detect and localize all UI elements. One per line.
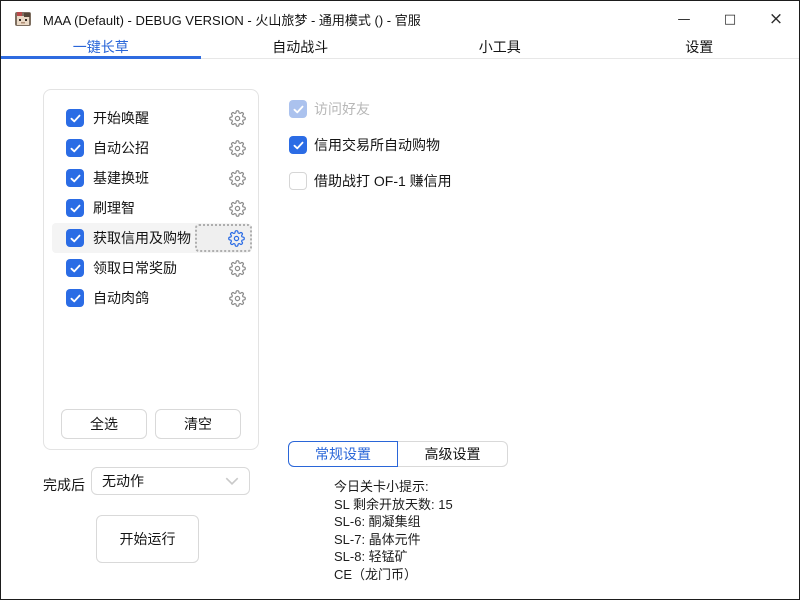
task-row-roguelike[interactable]: 自动肉鸽 bbox=[52, 283, 250, 313]
task-settings-button[interactable] bbox=[224, 285, 250, 311]
app-window: MAA (Default) - DEBUG VERSION - 火山旅梦 - 通… bbox=[0, 0, 800, 600]
check-icon bbox=[293, 105, 304, 114]
task-card-buttons: 全选 清空 bbox=[44, 409, 258, 439]
gear-icon bbox=[229, 140, 246, 157]
gear-icon bbox=[228, 230, 245, 247]
close-icon[interactable]: × bbox=[753, 1, 799, 37]
task-label[interactable]: 领取日常奖励 bbox=[93, 258, 177, 278]
app-icon bbox=[14, 10, 32, 28]
task-list-card: 开始唤醒 自动公招 基建换班 bbox=[43, 89, 259, 450]
gear-icon bbox=[229, 200, 246, 217]
task-settings-button-focused[interactable] bbox=[195, 224, 252, 252]
check-icon bbox=[293, 141, 304, 150]
task-checkbox[interactable] bbox=[66, 289, 84, 307]
option-label[interactable]: 信用交易所自动购物 bbox=[314, 135, 440, 155]
task-row-credit-shopping[interactable]: 获取信用及购物 bbox=[52, 223, 250, 253]
task-label[interactable]: 基建换班 bbox=[93, 168, 149, 188]
task-label[interactable]: 获取信用及购物 bbox=[93, 228, 191, 248]
task-checkbox[interactable] bbox=[66, 259, 84, 277]
title-bar: MAA (Default) - DEBUG VERSION - 火山旅梦 - 通… bbox=[1, 1, 799, 37]
start-button[interactable]: 开始运行 bbox=[96, 515, 199, 563]
check-icon bbox=[70, 204, 81, 213]
option-label: 访问好友 bbox=[314, 99, 370, 119]
tip-line: SL-7: 晶体元件 bbox=[334, 531, 453, 549]
task-label[interactable]: 自动公招 bbox=[93, 138, 149, 158]
window-controls: — □ × bbox=[661, 1, 799, 37]
option-row-visit-friends: 访问好友 bbox=[289, 99, 370, 119]
tab-onekey-farming[interactable]: 一键长草 bbox=[1, 37, 201, 58]
task-label[interactable]: 刷理智 bbox=[93, 198, 135, 218]
after-completion-value: 无动作 bbox=[102, 471, 144, 491]
tip-line: 今日关卡小提示: bbox=[334, 478, 453, 496]
nav-tab-bar: 一键长草 自动战斗 小工具 设置 bbox=[1, 37, 799, 59]
option-row-of1-credit[interactable]: 借助战打 OF-1 赚信用 bbox=[289, 171, 452, 191]
tab-utilities[interactable]: 小工具 bbox=[400, 37, 600, 58]
maximize-icon[interactable]: □ bbox=[707, 1, 753, 37]
tip-line: SL-8: 轻锰矿 bbox=[334, 548, 453, 566]
after-completion-select[interactable]: 无动作 bbox=[91, 467, 250, 495]
gear-icon bbox=[229, 290, 246, 307]
gear-icon bbox=[229, 170, 246, 187]
task-row-base[interactable]: 基建换班 bbox=[52, 163, 250, 193]
option-row-credit-auto-shopping[interactable]: 信用交易所自动购物 bbox=[289, 135, 440, 155]
task-settings-button[interactable] bbox=[224, 195, 250, 221]
option-label[interactable]: 借助战打 OF-1 赚信用 bbox=[314, 171, 452, 191]
option-checkbox bbox=[289, 100, 307, 118]
tab-auto-battle[interactable]: 自动战斗 bbox=[201, 37, 401, 58]
gear-icon bbox=[229, 260, 246, 277]
gear-icon bbox=[229, 110, 246, 127]
option-checkbox[interactable] bbox=[289, 136, 307, 154]
tip-line: SL 剩余开放天数: 15 bbox=[334, 496, 453, 514]
check-icon bbox=[70, 264, 81, 273]
check-icon bbox=[70, 294, 81, 303]
window-title: MAA (Default) - DEBUG VERSION - 火山旅梦 - 通… bbox=[43, 10, 421, 29]
chevron-down-icon bbox=[225, 477, 239, 485]
tip-line: SL-6: 酮凝集组 bbox=[334, 513, 453, 531]
task-rows: 开始唤醒 自动公招 基建换班 bbox=[44, 90, 258, 313]
settings-tab-bar: 常规设置 高级设置 bbox=[288, 441, 508, 467]
task-checkbox[interactable] bbox=[66, 139, 84, 157]
task-checkbox[interactable] bbox=[66, 169, 84, 187]
check-icon bbox=[70, 174, 81, 183]
check-icon bbox=[70, 114, 81, 123]
check-icon bbox=[70, 144, 81, 153]
check-icon bbox=[70, 234, 81, 243]
task-row-daily-rewards[interactable]: 领取日常奖励 bbox=[52, 253, 250, 283]
tip-line: CE（龙门币） bbox=[334, 566, 453, 584]
tab-general-settings[interactable]: 常规设置 bbox=[288, 441, 398, 467]
task-row-wakeup[interactable]: 开始唤醒 bbox=[52, 103, 250, 133]
after-completion-label: 完成后 bbox=[43, 475, 85, 495]
task-label[interactable]: 自动肉鸽 bbox=[93, 288, 149, 308]
task-settings-button[interactable] bbox=[224, 135, 250, 161]
option-checkbox[interactable] bbox=[289, 172, 307, 190]
minimize-icon[interactable]: — bbox=[661, 1, 707, 37]
task-settings-button[interactable] bbox=[224, 105, 250, 131]
task-label[interactable]: 开始唤醒 bbox=[93, 108, 149, 128]
stage-tips: 今日关卡小提示: SL 剩余开放天数: 15 SL-6: 酮凝集组 SL-7: … bbox=[334, 478, 453, 584]
task-row-sanity[interactable]: 刷理智 bbox=[52, 193, 250, 223]
task-checkbox[interactable] bbox=[66, 109, 84, 127]
task-settings-button[interactable] bbox=[224, 255, 250, 281]
task-settings-button[interactable] bbox=[224, 165, 250, 191]
task-checkbox[interactable] bbox=[66, 199, 84, 217]
task-row-recruit[interactable]: 自动公招 bbox=[52, 133, 250, 163]
clear-button[interactable]: 清空 bbox=[155, 409, 241, 439]
tab-settings[interactable]: 设置 bbox=[600, 37, 800, 58]
task-checkbox[interactable] bbox=[66, 229, 84, 247]
tab-advanced-settings[interactable]: 高级设置 bbox=[398, 441, 508, 467]
select-all-button[interactable]: 全选 bbox=[61, 409, 147, 439]
